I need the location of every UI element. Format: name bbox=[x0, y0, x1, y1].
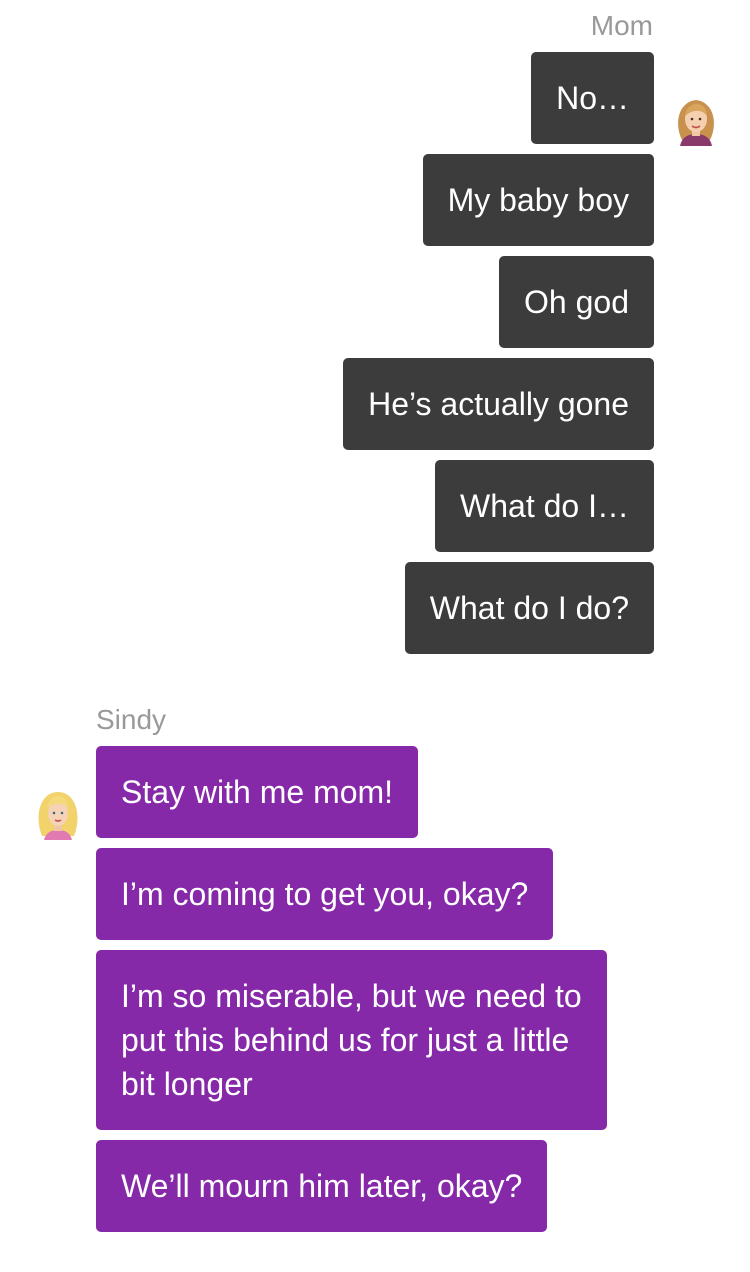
sender-name-sindy: Sindy bbox=[96, 704, 167, 735]
message-bubble-sindy[interactable]: Stay with me mom! bbox=[96, 746, 419, 838]
message-bubble-sindy[interactable]: I’m coming to get you, okay? bbox=[96, 848, 554, 940]
sindy-message-group: Stay with me mom! I’m coming to get you,… bbox=[96, 746, 607, 1232]
message-bubble-mom[interactable]: What do I… bbox=[435, 460, 654, 552]
message-bubble-sindy[interactable]: We’ll mourn him later, okay? bbox=[96, 1140, 548, 1232]
message-bubble-mom[interactable]: What do I do? bbox=[404, 562, 654, 654]
message-bubble-sindy[interactable]: I’m so miserable, but we need to put thi… bbox=[96, 950, 607, 1130]
message-bubble-mom[interactable]: No… bbox=[531, 52, 654, 144]
message-bubble-mom[interactable]: He’s actually gone bbox=[343, 358, 654, 450]
woman-avatar-icon bbox=[672, 94, 720, 146]
girl-avatar-icon bbox=[34, 788, 82, 840]
mom-message-group: No… My baby boy Oh god He’s actually gon… bbox=[343, 52, 654, 654]
message-bubble-mom[interactable]: Oh god bbox=[499, 256, 654, 348]
sender-name-mom: Mom bbox=[590, 10, 653, 41]
message-bubble-mom[interactable]: My baby boy bbox=[422, 154, 654, 246]
